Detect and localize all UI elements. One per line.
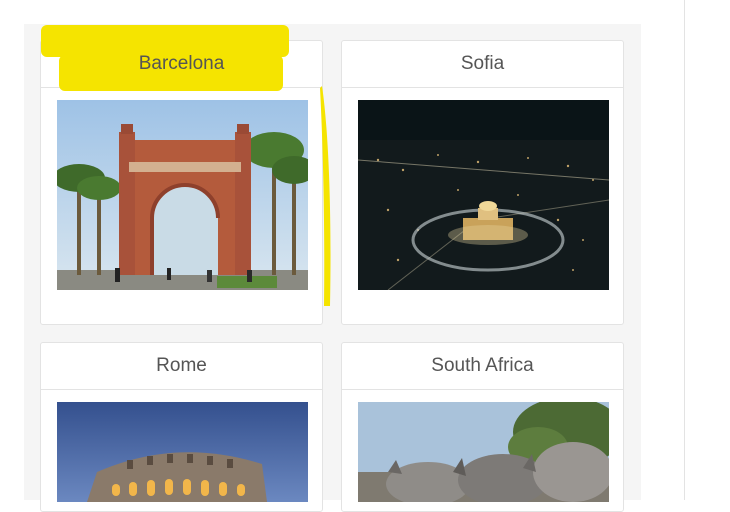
south-africa-image[interactable] (358, 402, 609, 502)
card-header-rome: Rome (41, 343, 322, 390)
card-title: Sofia (460, 53, 505, 74)
card-header-south-africa: South Africa (342, 343, 623, 390)
night-aerial-city-photo (358, 100, 609, 290)
card-rome[interactable]: Rome (40, 342, 323, 512)
card-header-sofia: Sofia (342, 41, 623, 88)
card-sofia[interactable]: Sofia (341, 40, 624, 325)
card-header-barcelona: Barcelona (41, 25, 322, 91)
card-title: Rome (156, 355, 207, 376)
card-title: Barcelona (138, 53, 225, 74)
sofia-image[interactable] (358, 100, 609, 290)
colosseum-photo (57, 402, 308, 502)
rhinos-photo (358, 402, 609, 502)
barcelona-image[interactable] (57, 100, 308, 290)
card-title: South Africa (431, 355, 534, 376)
highlight-stroke (320, 86, 331, 306)
rome-image[interactable] (57, 402, 308, 502)
divider (684, 0, 685, 500)
arc-de-triomf-photo (57, 100, 308, 290)
card-barcelona[interactable]: Barcelona (40, 25, 323, 325)
card-south-africa[interactable]: South Africa (341, 342, 624, 512)
